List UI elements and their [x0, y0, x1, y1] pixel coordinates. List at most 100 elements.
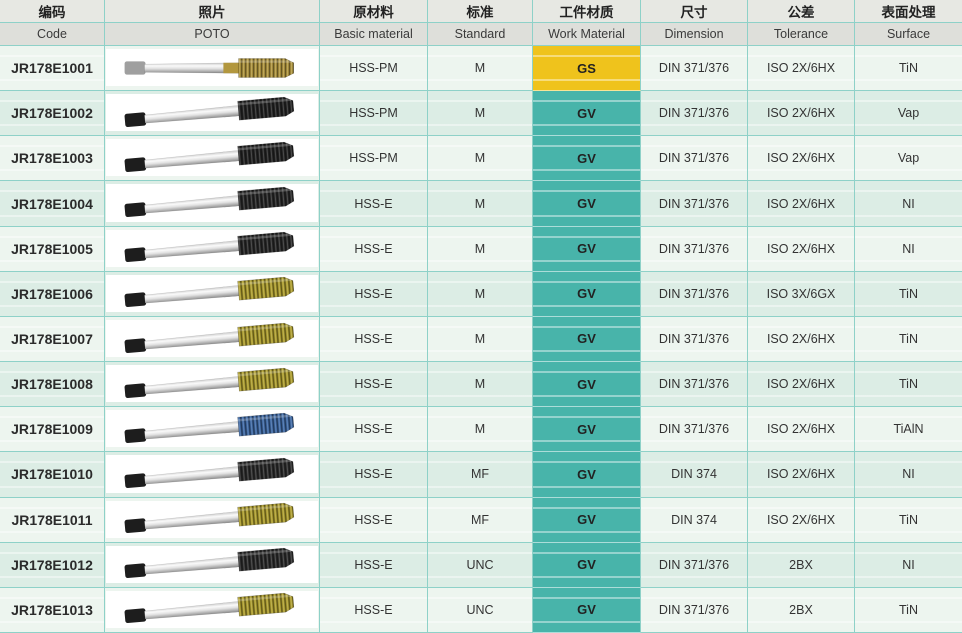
basic-material-cell: HSS-E: [320, 452, 428, 497]
photo-cell: [105, 272, 320, 317]
tolerance-cell: ISO 2X/6HX: [748, 136, 855, 181]
tap-photo-icon: [116, 410, 308, 448]
tap-square: [124, 563, 146, 578]
code-cell: JR178E1009: [0, 407, 105, 452]
standard-cell: UNC: [428, 588, 533, 633]
header-tolerance-zh: 公差: [748, 0, 855, 23]
tap-neck: [223, 62, 240, 72]
header-basic-material-zh: 原材料: [320, 0, 428, 23]
dimension-cell: DIN 371/376: [641, 136, 748, 181]
tap-square: [124, 112, 146, 127]
dimension-cell: DIN 371/376: [641, 272, 748, 317]
surface-cell: NI: [855, 181, 962, 226]
tap-photo-icon: [116, 49, 308, 87]
basic-material-cell: HSS-E: [320, 272, 428, 317]
tap-photo-icon: [116, 455, 308, 493]
header-basic-material-en: Basic material: [320, 23, 428, 46]
dimension-cell: DIN 371/376: [641, 46, 748, 91]
basic-material-cell: HSS-E: [320, 407, 428, 452]
tap-photo-icon: [116, 229, 308, 267]
work-material-cell: GV: [533, 452, 641, 497]
photo-cell: [105, 136, 320, 181]
tap-square: [124, 202, 146, 217]
tolerance-cell: ISO 3X/6GX: [748, 272, 855, 317]
tolerance-cell: ISO 2X/6HX: [748, 46, 855, 91]
dimension-cell: DIN 371/376: [641, 543, 748, 588]
tap-photo-group: [124, 593, 294, 627]
photo-frame: [106, 230, 318, 267]
tap-photo-group: [125, 58, 294, 77]
tolerance-cell: ISO 2X/6HX: [748, 498, 855, 543]
header-surface-zh: 表面处理: [855, 0, 962, 23]
photo-cell: [105, 543, 320, 588]
tap-photo-group: [124, 96, 294, 130]
basic-material-cell: HSS-E: [320, 227, 428, 272]
basic-material-cell: HSS-PM: [320, 91, 428, 136]
work-material-cell: GV: [533, 91, 641, 136]
photo-frame: [106, 94, 318, 131]
work-material-cell: GS: [533, 46, 641, 91]
work-material-cell: GV: [533, 317, 641, 362]
tap-photo-icon: [116, 184, 308, 222]
photo-frame: [106, 139, 318, 176]
tap-photo-icon: [116, 365, 308, 403]
work-material-cell: GV: [533, 362, 641, 407]
surface-cell: TiN: [855, 46, 962, 91]
tap-square: [124, 428, 146, 443]
standard-cell: UNC: [428, 543, 533, 588]
tap-photo-group: [124, 322, 294, 356]
work-material-cell: GV: [533, 498, 641, 543]
photo-cell: [105, 362, 320, 407]
photo-cell: [105, 407, 320, 452]
header-work-material-en: Work Material: [533, 23, 641, 46]
basic-material-cell: HSS-E: [320, 498, 428, 543]
standard-cell: M: [428, 181, 533, 226]
photo-frame: [106, 184, 318, 221]
basic-material-cell: HSS-PM: [320, 46, 428, 91]
photo-frame: [106, 49, 318, 86]
tap-square: [124, 157, 146, 172]
basic-material-cell: HSS-E: [320, 588, 428, 633]
photo-frame: [106, 320, 318, 357]
tap-photo-group: [124, 277, 294, 311]
surface-cell: TiN: [855, 588, 962, 633]
dimension-cell: DIN 371/376: [641, 181, 748, 226]
tap-photo-group: [124, 367, 294, 401]
surface-cell: TiN: [855, 362, 962, 407]
basic-material-cell: HSS-E: [320, 362, 428, 407]
dimension-cell: DIN 371/376: [641, 588, 748, 633]
surface-cell: NI: [855, 452, 962, 497]
surface-cell: Vap: [855, 136, 962, 181]
standard-cell: M: [428, 46, 533, 91]
header-code-zh: 编码: [0, 0, 105, 23]
code-cell: JR178E1011: [0, 498, 105, 543]
tap-photo-icon: [116, 320, 308, 358]
basic-material-cell: HSS-E: [320, 543, 428, 588]
tap-photo-group: [124, 186, 294, 220]
tap-square: [124, 609, 146, 624]
tap-photo-icon: [116, 139, 308, 177]
photo-cell: [105, 498, 320, 543]
tolerance-cell: ISO 2X/6HX: [748, 181, 855, 226]
code-cell: JR178E1007: [0, 317, 105, 362]
work-material-cell: GV: [533, 181, 641, 226]
surface-cell: NI: [855, 227, 962, 272]
tap-photo-icon: [116, 545, 308, 583]
standard-cell: M: [428, 317, 533, 362]
header-dimension-en: Dimension: [641, 23, 748, 46]
photo-cell: [105, 452, 320, 497]
photo-frame: [106, 275, 318, 312]
dimension-cell: DIN 371/376: [641, 227, 748, 272]
basic-material-cell: HSS-E: [320, 317, 428, 362]
standard-cell: M: [428, 362, 533, 407]
surface-cell: TiN: [855, 272, 962, 317]
header-dimension-zh: 尺寸: [641, 0, 748, 23]
photo-frame: [106, 365, 318, 402]
tap-photo-icon: [116, 590, 308, 628]
dimension-cell: DIN 371/376: [641, 362, 748, 407]
tap-photo-group: [124, 141, 294, 175]
header-surface-en: Surface: [855, 23, 962, 46]
tolerance-cell: ISO 2X/6HX: [748, 452, 855, 497]
tap-thread-highlight: [239, 60, 292, 62]
dimension-cell: DIN 374: [641, 452, 748, 497]
